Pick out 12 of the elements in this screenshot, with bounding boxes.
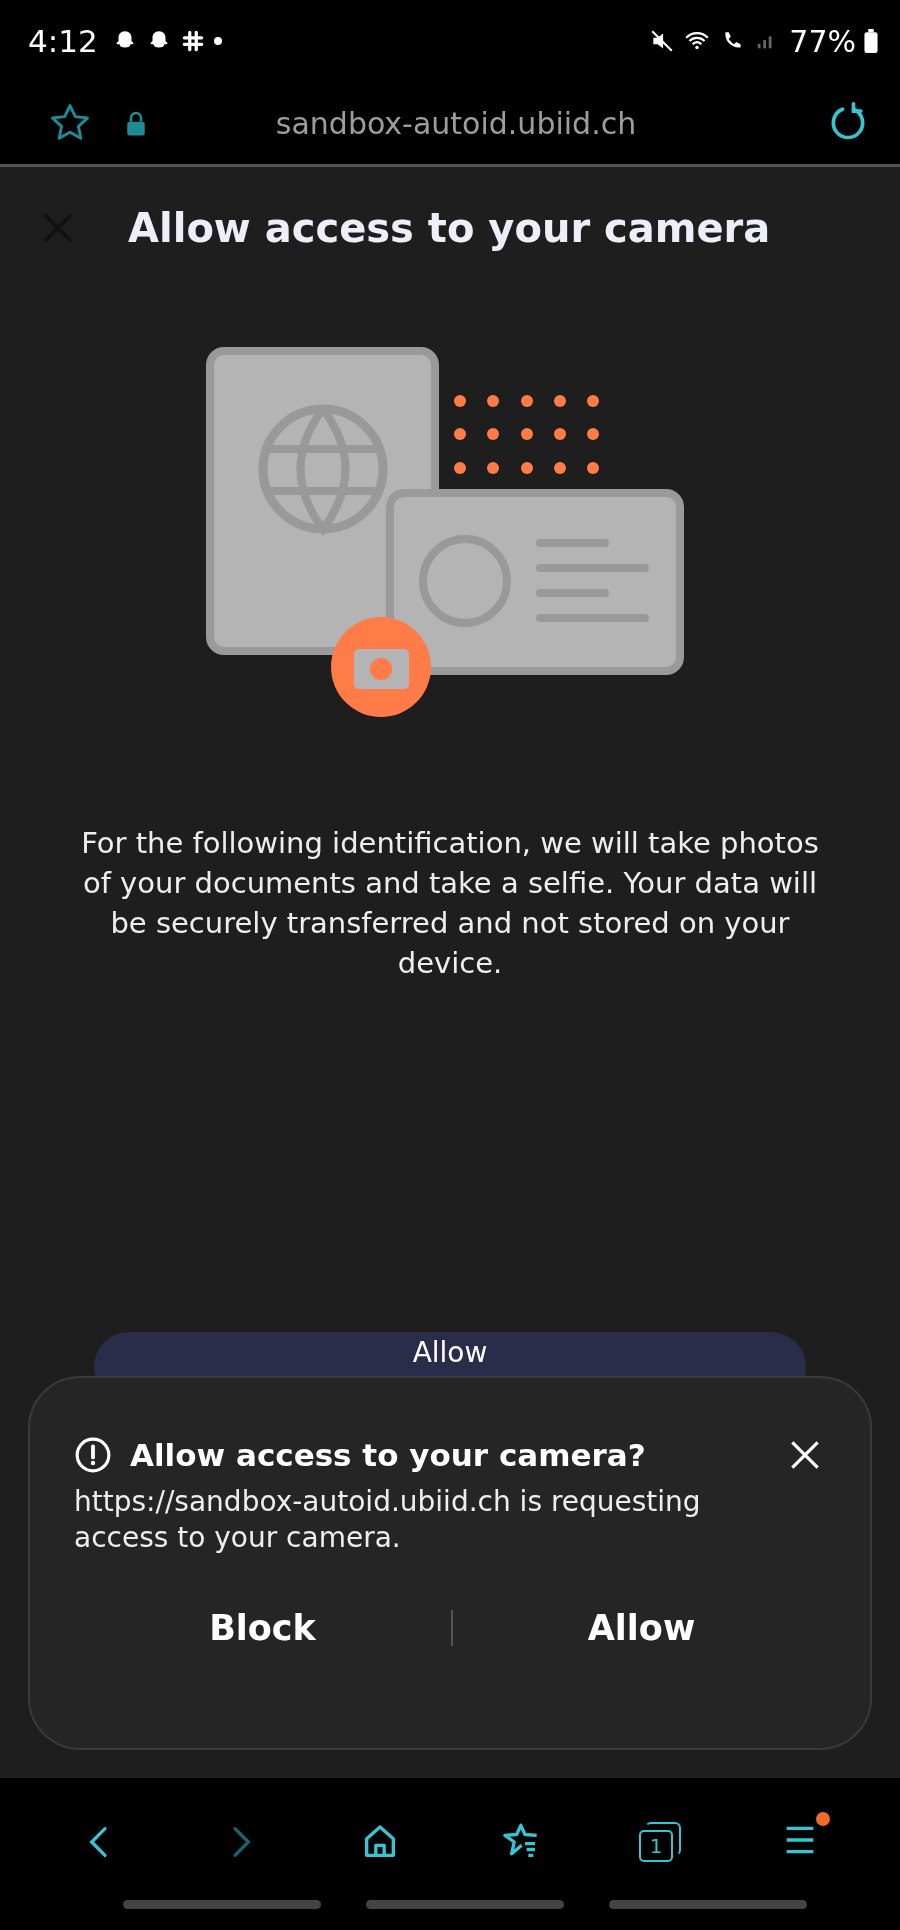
block-button[interactable]: Block (74, 1600, 451, 1656)
battery-percent: 77% (789, 23, 856, 59)
description-text: For the following identification, we will take photos of your documents and take a selfie. Your data will be securely transferred and not stored on your device. (80, 825, 820, 982)
lock-icon (126, 110, 146, 136)
battery-icon (864, 29, 878, 53)
warning-icon (74, 1436, 112, 1474)
allow-button[interactable]: Allow (453, 1600, 830, 1656)
dialog-message: https://sandbox-autoid.ubiid.ch is requesting access to your camera. (74, 1484, 702, 1556)
page-title: Allow access to your camera (128, 205, 771, 251)
dot-icon (213, 37, 222, 45)
dialog-title: Allow access to your camera? (130, 1437, 647, 1473)
status-time: 4:12 (28, 23, 98, 59)
